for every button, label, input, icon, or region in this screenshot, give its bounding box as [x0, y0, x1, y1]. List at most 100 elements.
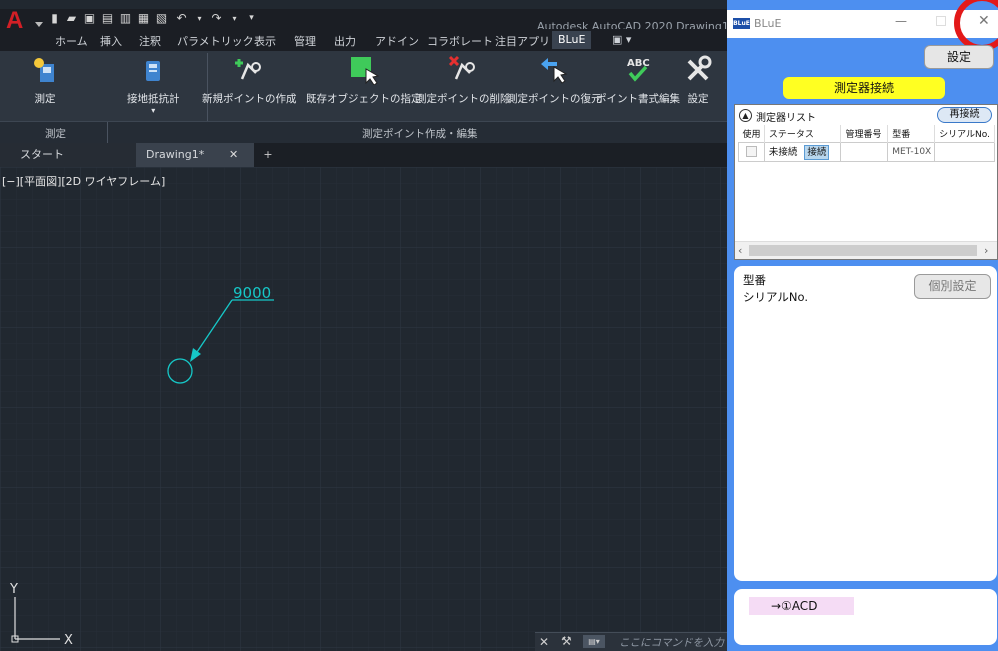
- ucs-x-label: X: [64, 633, 73, 648]
- ground-tester-button[interactable]: 接地抵抗計 ▾: [127, 55, 180, 115]
- tools-icon: [687, 55, 712, 81]
- settings-ribbon-label: 設定: [687, 93, 709, 105]
- delete-point-icon: [449, 55, 476, 80]
- restore-point-button[interactable]: 測定ポイントの復元: [507, 55, 602, 106]
- close-icon[interactable]: ✕: [539, 635, 549, 649]
- col-use[interactable]: 使用: [738, 125, 765, 142]
- tab-output[interactable]: 出力: [334, 33, 356, 49]
- connect-device-button[interactable]: 測定器接続: [783, 77, 945, 99]
- command-input[interactable]: ここにコマンドを入力: [619, 635, 724, 650]
- collapse-chevron-up-icon[interactable]: ▲: [739, 109, 752, 122]
- device-detail-panel: 型番 シリアルNo. 個別設定: [734, 266, 997, 581]
- horizontal-scrollbar[interactable]: ‹ ›: [735, 241, 997, 259]
- file-tab-bar: スタート Drawing1* ✕ +: [0, 143, 727, 167]
- tab-view[interactable]: 表示: [254, 33, 276, 49]
- create-point-label: 新規ポイントの作成: [202, 93, 297, 105]
- tab-drawing1-label: Drawing1*: [146, 148, 205, 161]
- save-icon[interactable]: ▣: [83, 12, 96, 25]
- point-format-button[interactable]: ABC ポイント書式編集: [596, 55, 680, 106]
- tab-extra-icon[interactable]: ▣ ▾: [612, 33, 631, 46]
- model-cell: MET-10X: [887, 141, 936, 162]
- delete-point-label: 測定ポイントの削除: [416, 93, 511, 105]
- status-text: 未接続: [768, 146, 798, 158]
- measure-label: 測定: [34, 93, 56, 105]
- open-folder-icon[interactable]: ▰: [65, 12, 78, 25]
- close-highlight-circle: [954, 0, 998, 51]
- delete-point-button[interactable]: 測定ポイントの削除: [416, 55, 511, 106]
- viewport-controls[interactable]: [−][平面図][2D ワイヤフレーム]: [2, 173, 165, 189]
- specify-object-icon: [350, 57, 379, 85]
- new-file-icon[interactable]: ▮: [48, 12, 61, 25]
- undo-icon[interactable]: ↶: [175, 12, 188, 25]
- ground-tester-dropdown-icon[interactable]: ▾: [127, 106, 180, 115]
- tab-drawing1[interactable]: Drawing1* ✕: [136, 143, 254, 167]
- serial-label: シリアルNo.: [743, 290, 808, 304]
- export-icon[interactable]: ▥: [119, 12, 132, 25]
- close-tab-icon[interactable]: ✕: [229, 143, 238, 167]
- status-panel: →①ACD: [734, 589, 997, 645]
- blue-window-title: BLuE: [754, 17, 782, 30]
- tab-parametric[interactable]: パラメトリック: [177, 33, 254, 49]
- measure-button[interactable]: 測定: [30, 55, 60, 106]
- tab-home[interactable]: ホーム: [55, 33, 88, 49]
- wrench-icon[interactable]: ⚒: [561, 634, 572, 648]
- publish-icon[interactable]: ▦: [137, 12, 150, 25]
- col-status[interactable]: ステータス: [764, 125, 842, 142]
- device-table: 使用 ステータス 管理番号 型番 シリアルNo. 未接続 接続 MET-10X: [738, 125, 995, 162]
- connect-row-button[interactable]: 接続: [804, 144, 830, 160]
- tab-addin[interactable]: アドイン: [375, 33, 419, 49]
- ribbon-tab-bar: ホーム 挿入 注釈 パラメトリック 表示 管理 出力 アドイン コラボレート 注…: [0, 29, 727, 51]
- col-model[interactable]: 型番: [887, 125, 936, 142]
- redo-icon[interactable]: ↷: [210, 12, 223, 25]
- device-list-panel: ▲ 測定器リスト 再接続 使用 ステータス 管理番号 型番 シリアルNo. 未接…: [734, 104, 998, 260]
- create-point-button[interactable]: 新規ポイントの作成: [202, 55, 297, 106]
- tab-blue[interactable]: BLuE: [552, 31, 592, 49]
- table-row[interactable]: 未接続 接続 MET-10X: [738, 141, 995, 162]
- ground-tester-icon: [146, 61, 161, 81]
- drawing-viewport[interactable]: 9000 Y X [−][平面図][2D ワイヤフレーム] ✕ ⚒ ▤▾ ここに…: [0, 167, 727, 651]
- scroll-left-icon[interactable]: ‹: [738, 244, 742, 257]
- command-prompt-icon[interactable]: ▤▾: [583, 635, 605, 648]
- spellcheck-icon: ABC: [627, 58, 650, 82]
- scroll-right-icon[interactable]: ›: [984, 244, 988, 257]
- settings-button[interactable]: 設定: [924, 45, 994, 69]
- restore-point-label: 測定ポイントの復元: [507, 93, 602, 105]
- autocad-window: Autodesk AutoCAD 2020 Drawing1.dwg A ▮ ▰…: [0, 0, 727, 651]
- reconnect-button[interactable]: 再接続: [937, 107, 992, 123]
- group-label-point-edit: 測定ポイント作成・編集: [362, 128, 478, 140]
- autocad-menu-arrow-icon: [35, 22, 43, 27]
- command-line: ✕ ⚒ ▤▾ ここにコマンドを入力: [535, 632, 727, 651]
- tab-featured-apps[interactable]: 注目アプリ: [495, 33, 550, 49]
- col-serial[interactable]: シリアルNo.: [934, 125, 995, 142]
- tab-insert[interactable]: 挿入: [100, 33, 122, 49]
- tab-annotate[interactable]: 注釈: [139, 33, 161, 49]
- scrollbar-thumb[interactable]: [749, 245, 977, 256]
- tab-start[interactable]: スタート: [0, 143, 140, 167]
- individual-settings-button[interactable]: 個別設定: [914, 274, 991, 299]
- restore-point-icon: [541, 58, 568, 84]
- ucs-y-label: Y: [9, 582, 18, 597]
- settings-ribbon-button[interactable]: 設定: [683, 55, 713, 106]
- minimize-icon[interactable]: —: [895, 14, 907, 28]
- manage-no-cell: [840, 141, 889, 162]
- ground-tester-label: 接地抵抗計: [127, 93, 180, 105]
- quick-access-customize-icon[interactable]: ▾: [245, 12, 258, 25]
- tab-manage[interactable]: 管理: [294, 33, 316, 49]
- model-label: 型番: [743, 273, 766, 287]
- save-as-icon[interactable]: ▤: [101, 12, 114, 25]
- blue-window: BLuE BLuE — ✕ 設定 測定器接続 ▲ 測定器リスト 再接続 使用 ス…: [727, 0, 998, 651]
- col-manage-no[interactable]: 管理番号: [840, 125, 889, 142]
- drawing-canvas: 9000 Y X: [0, 167, 727, 651]
- new-tab-plus-icon[interactable]: +: [259, 143, 277, 167]
- undo-dropdown-icon[interactable]: ▾: [193, 12, 206, 25]
- status-cell: 未接続 接続: [763, 141, 842, 162]
- measure-icon: [34, 58, 54, 82]
- redo-dropdown-icon[interactable]: ▾: [228, 12, 241, 25]
- print-icon[interactable]: ▧: [155, 12, 168, 25]
- blue-logo: BLuE: [733, 18, 750, 29]
- use-checkbox[interactable]: [745, 146, 757, 157]
- maximize-icon[interactable]: [936, 16, 946, 26]
- point-label: 9000: [233, 284, 271, 302]
- tab-collaborate[interactable]: コラボレート: [427, 33, 493, 49]
- specify-object-button[interactable]: 既存オブジェクトの指定: [306, 55, 422, 106]
